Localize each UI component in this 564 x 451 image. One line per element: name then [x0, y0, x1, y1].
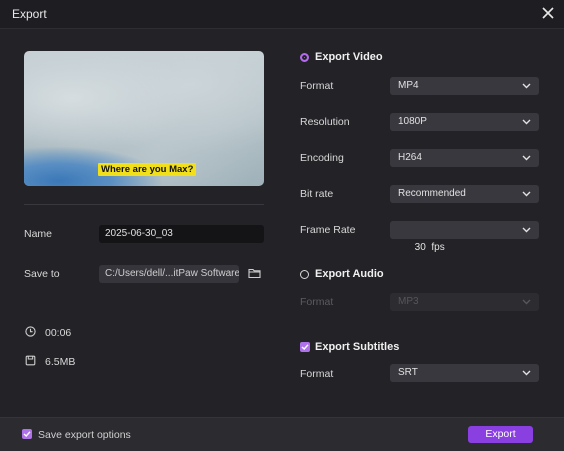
- checkmark-icon: [23, 431, 31, 437]
- subtitle-format-select[interactable]: SRT: [390, 364, 539, 382]
- chevron-down-icon: [522, 83, 531, 89]
- duration-text: 00:06: [45, 327, 72, 339]
- name-input[interactable]: 2025-06-30_03: [99, 225, 264, 243]
- file-size-text: 6.5MB: [45, 356, 76, 368]
- dialog-footer: Save export options Export: [0, 417, 564, 451]
- audio-format-value: MP3: [398, 296, 419, 307]
- export-video-radio[interactable]: [300, 53, 309, 62]
- video-format-select[interactable]: MP4: [390, 77, 539, 95]
- export-video-heading: Export Video: [315, 51, 383, 63]
- save-to-label: Save to: [24, 268, 60, 280]
- frame-rate-value: 30 fps: [414, 242, 445, 253]
- name-label: Name: [24, 228, 53, 240]
- chevron-down-icon: [522, 155, 531, 161]
- checkmark-icon: [301, 344, 309, 350]
- bitrate-label: Bit rate: [300, 188, 334, 200]
- clock-icon: [25, 326, 36, 337]
- save-options-checkbox[interactable]: [22, 429, 32, 439]
- dialog-title: Export: [12, 7, 47, 21]
- audio-format-label: Format: [300, 296, 334, 308]
- chevron-down-icon: [522, 299, 531, 305]
- chevron-down-icon: [522, 227, 531, 233]
- resolution-select[interactable]: 1080P: [390, 113, 539, 131]
- resolution-label: Resolution: [300, 116, 350, 128]
- title-bar: Export: [0, 0, 564, 29]
- export-subtitles-heading: Export Subtitles: [315, 341, 400, 353]
- dialog-body: Where are you Max? Name 2025-06-30_03 Sa…: [0, 29, 564, 417]
- frame-rate-label: Frame Rate: [300, 224, 356, 236]
- file-size-icon: [25, 355, 36, 366]
- save-path-field[interactable]: C:/Users/dell/...itPaw Software: [99, 265, 239, 283]
- audio-format-select[interactable]: MP3: [390, 293, 539, 311]
- encoding-select[interactable]: H264: [390, 149, 539, 167]
- frame-rate-select[interactable]: 30 fps: [390, 221, 539, 253]
- chevron-down-icon: [522, 191, 531, 197]
- close-icon[interactable]: [540, 5, 556, 21]
- export-audio-radio[interactable]: [300, 270, 309, 279]
- save-options-label: Save export options: [38, 429, 131, 441]
- chevron-down-icon: [522, 119, 531, 125]
- video-preview: Where are you Max?: [24, 51, 264, 186]
- preview-subtitle: Where are you Max?: [98, 163, 197, 176]
- video-format-value: MP4: [398, 80, 419, 91]
- chevron-down-icon: [522, 370, 531, 376]
- encoding-label: Encoding: [300, 152, 344, 164]
- export-subtitles-checkbox[interactable]: [300, 342, 310, 352]
- subtitle-format-label: Format: [300, 368, 334, 380]
- export-audio-heading: Export Audio: [315, 268, 384, 280]
- encoding-value: H264: [398, 152, 422, 163]
- divider: [24, 204, 264, 205]
- video-format-label: Format: [300, 80, 334, 92]
- subtitle-format-value: SRT: [398, 367, 418, 378]
- resolution-value: 1080P: [398, 116, 427, 127]
- export-dialog: Export Where are you Max? Name 2025-06-3…: [0, 0, 564, 451]
- folder-icon[interactable]: [248, 267, 261, 279]
- bitrate-value: Recommended: [398, 188, 466, 199]
- export-button[interactable]: Export: [468, 426, 533, 443]
- bitrate-select[interactable]: Recommended: [390, 185, 539, 203]
